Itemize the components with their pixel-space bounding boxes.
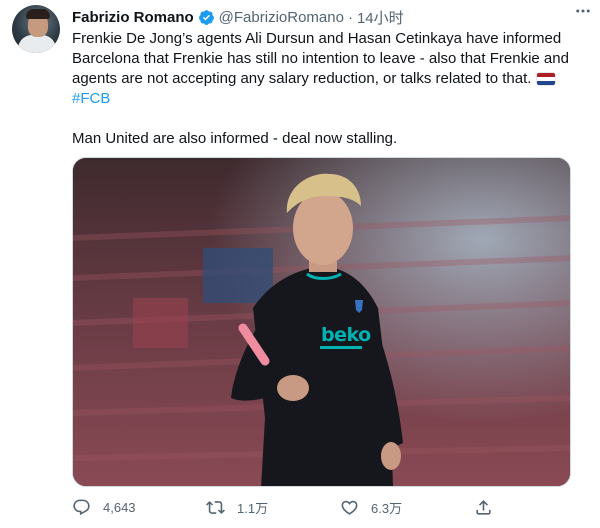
tweet-header: Fabrizio Romano @FabrizioRomano · 14小时 [72,7,588,27]
retweet-count: 1.1万 [237,501,269,516]
tweet-line: agents are not accepting any salary redu… [72,69,592,89]
retweet-button[interactable]: 1.1万 [206,498,268,517]
tweet-photo[interactable]: beko [72,157,571,487]
verified-badge-icon [198,9,215,26]
avatar[interactable] [12,5,60,53]
like-count: 6.3万 [371,501,403,516]
tweet-line: Barcelona that Frenkie has still no inte… [72,50,569,67]
share-icon [476,500,491,515]
timestamp[interactable]: 14小时 [357,7,404,28]
photo-image [73,158,570,486]
handle[interactable]: @FabrizioRomano [219,9,344,26]
tweet-line: Frenkie De Jong’s agents Ali Dursun and … [72,30,562,47]
display-name[interactable]: Fabrizio Romano [72,9,194,26]
retweet-icon [206,501,225,514]
like-button[interactable]: 6.3万 [340,498,402,517]
more-dots-icon[interactable] [574,2,592,24]
netherlands-flag-icon [537,73,556,85]
separator-dot: · [347,8,353,26]
tweet: Fabrizio Romano @FabrizioRomano · 14小时 F… [0,0,600,528]
hashtag-link[interactable]: #FCB [72,90,110,107]
kit-sponsor-text: beko [321,324,371,346]
action-bar: 4,643 1.1万 6.3万 [72,498,572,522]
heart-icon [341,500,358,515]
tweet-paragraph: Man United are also informed - deal now … [72,130,398,147]
tweet-text: Frenkie De Jong’s agents Ali Dursun and … [72,29,592,149]
reply-button[interactable]: 4,643 [72,498,136,517]
share-button[interactable] [474,498,505,517]
reply-count: 4,643 [103,500,136,515]
reply-icon [73,499,90,516]
